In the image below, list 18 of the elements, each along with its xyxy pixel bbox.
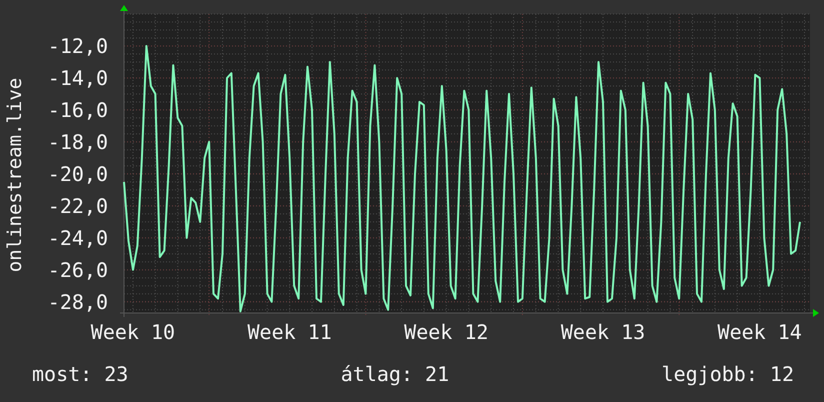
x-tick-label: Week 14 xyxy=(718,320,802,344)
y-tick-label: -12,0 xyxy=(48,34,108,58)
y-tick-label: -24,0 xyxy=(48,226,108,250)
x-tick-label: Week 13 xyxy=(560,320,646,344)
y-tick-label: -20,0 xyxy=(48,162,108,186)
x-tick-label: Week 10 xyxy=(90,320,176,344)
y-tick-label: -22,0 xyxy=(48,194,108,218)
x-tick-label: Week 11 xyxy=(248,320,332,344)
y-tick-label: -18,0 xyxy=(48,130,108,154)
x-tick-label: Week 12 xyxy=(404,320,488,344)
y-tick-label: -14,0 xyxy=(48,66,108,90)
legend-text: átlag: 21 xyxy=(340,362,450,386)
y-tick-label: -16,0 xyxy=(48,98,108,122)
y-tick-label: -26,0 xyxy=(48,258,108,282)
legend-text: most: 23 xyxy=(32,362,128,386)
y-axis-title: onlinestream.live xyxy=(4,78,26,272)
legend-text: legjobb: 12 xyxy=(662,362,794,386)
y-tick-label: -28,0 xyxy=(48,290,108,314)
